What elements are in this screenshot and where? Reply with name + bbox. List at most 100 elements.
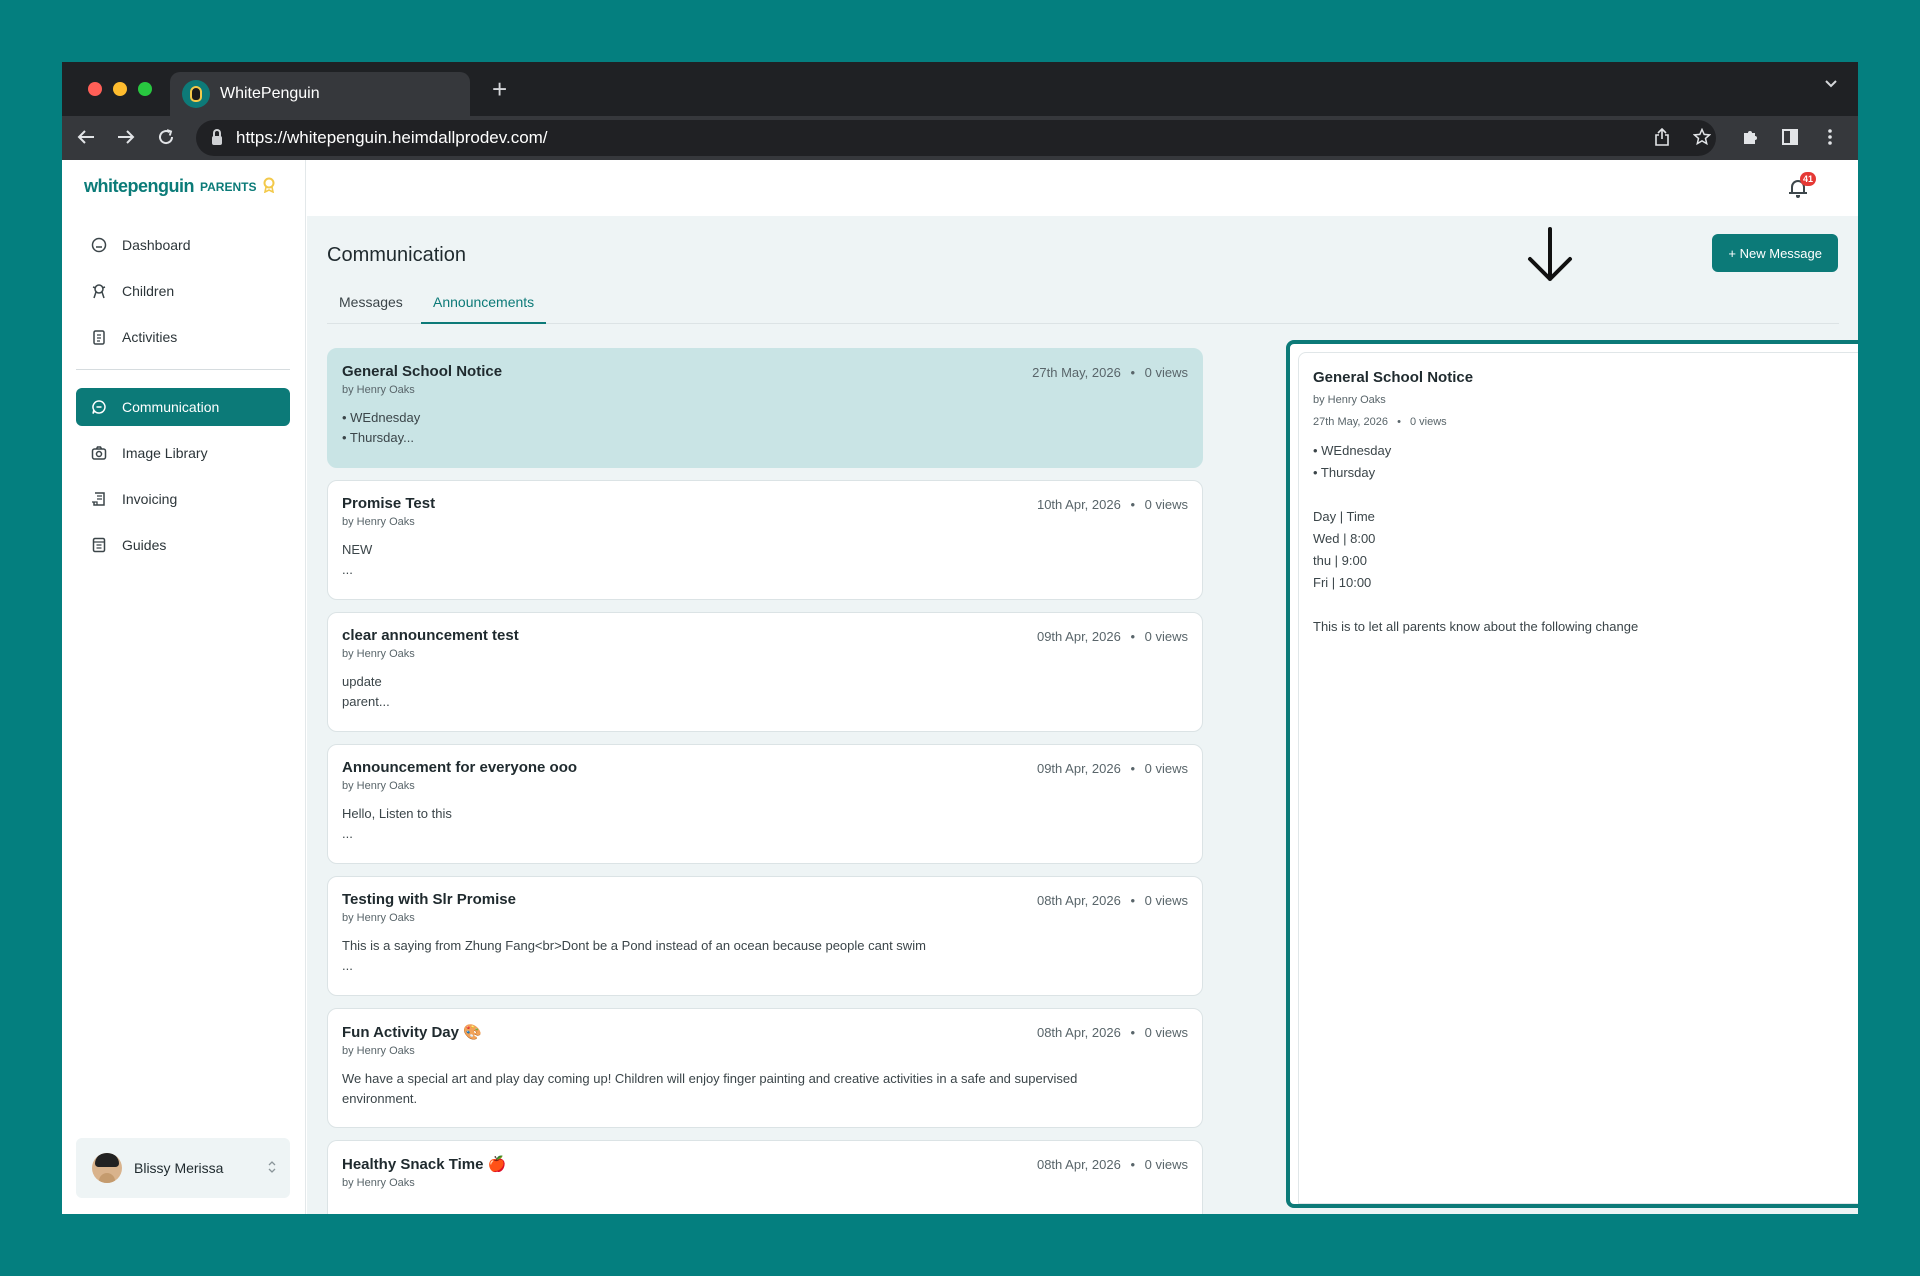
close-window-button[interactable] (88, 82, 102, 96)
announcement-card[interactable]: Announcement for everyone ooo by Henry O… (327, 744, 1203, 864)
brand-suffix: PARENTS (200, 179, 257, 194)
announcement-meta: 27th May, 2026 • 0 views (1032, 365, 1188, 380)
announcement-date: 09th Apr, 2026 (1036, 629, 1121, 644)
announcement-card[interactable]: Testing with Slr Promise by Henry Oaks 0… (327, 876, 1203, 996)
lock-icon (212, 128, 222, 145)
announcement-preview: Hello, Listen to this ... (342, 804, 1188, 844)
browser-window: WhitePenguin + https://whitepenguin.heim… (62, 62, 1858, 1214)
preview-line: • WEdnesday (342, 410, 421, 425)
award-badge-icon (262, 177, 276, 196)
detail-line: • WEdnesday (1313, 443, 1392, 458)
meta-separator: • (1397, 416, 1401, 428)
detail-line: Day | Time (1313, 509, 1375, 524)
announcement-author: by Henry Oaks (342, 516, 415, 528)
extensions-puzzle-icon[interactable] (1736, 123, 1764, 151)
announcement-card[interactable]: Fun Activity Day 🎨 by Henry Oaks 08th Ap… (327, 1008, 1203, 1128)
address-bar[interactable]: https://whitepenguin.heimdallprodev.com/ (196, 120, 1716, 156)
meta-separator: • (1130, 1157, 1136, 1172)
detail-title: General School Notice (1313, 369, 1474, 386)
announcement-date: 10th Apr, 2026 (1036, 497, 1121, 512)
announcement-preview: This is a saying from Zhung Fang<br>Dont… (342, 936, 1188, 976)
brand-logo[interactable]: whitepenguin PARENTS (84, 176, 276, 197)
detail-body: • WEdnesday • Thursday Day | Time Wed | … (1313, 440, 1858, 638)
activities-icon (90, 328, 108, 346)
detail-date: 27th May, 2026 (1313, 416, 1389, 428)
announcement-card[interactable]: General School Notice by Henry Oaks 27th… (327, 348, 1203, 468)
announcement-views: 0 views (1144, 497, 1188, 512)
sidebar-item-label: Dashboard (122, 237, 191, 253)
announcement-preview: We have a special art and play day comin… (342, 1069, 1188, 1109)
forward-arrow-icon[interactable] (112, 123, 140, 151)
app: whitepenguin PARENTS Dashboard Children (62, 160, 1858, 1214)
tab-announcements[interactable]: Announcements (421, 294, 547, 324)
preview-line: ... (342, 562, 353, 577)
top-bar: 41 (307, 160, 1858, 216)
meta-separator: • (1130, 761, 1136, 776)
page-title: Communication (327, 244, 466, 266)
announcement-author: by Henry Oaks (342, 912, 415, 924)
detail-line (1313, 594, 1858, 616)
main-content: 41 Communication + New Message Messages … (307, 160, 1858, 1214)
browser-tab[interactable]: WhitePenguin (170, 72, 470, 116)
sidebar-item-activities[interactable]: Activities (76, 318, 290, 356)
tab-title: WhitePenguin (220, 85, 320, 102)
sidebar-item-dashboard[interactable]: Dashboard (76, 226, 290, 264)
camera-icon (90, 444, 108, 462)
tab-search-chevron-icon[interactable] (1824, 76, 1838, 94)
preview-line: We have a special art and play day comin… (342, 1071, 1078, 1086)
announcement-date: 08th Apr, 2026 (1036, 893, 1121, 908)
brand-name: whitepenguin (84, 176, 195, 196)
sidebar-item-image-library[interactable]: Image Library (76, 434, 290, 472)
children-icon (90, 282, 108, 300)
preview-line: ... (342, 958, 353, 973)
sidebar-item-children[interactable]: Children (76, 272, 290, 310)
sidebar-item-communication[interactable]: Communication (76, 388, 290, 426)
new-message-button[interactable]: + New Message (1712, 234, 1838, 272)
notification-count-badge: 41 (1800, 172, 1816, 186)
dashboard-icon (90, 236, 108, 254)
detail-line: Wed | 8:00 (1313, 531, 1376, 546)
sidebar-divider (76, 369, 290, 370)
share-icon[interactable] (1648, 123, 1676, 151)
sidebar-item-invoicing[interactable]: Invoicing (76, 480, 290, 518)
announcement-detail-panel: General School Notice by Henry Oaks 27th… (1298, 352, 1858, 1204)
tab-messages[interactable]: Messages (327, 294, 415, 324)
meta-separator: • (1130, 893, 1136, 908)
sidebar-item-label: Invoicing (122, 491, 178, 507)
side-panel-icon[interactable] (1776, 123, 1804, 151)
sidebar-item-label: Activities (122, 329, 178, 345)
announcement-date: 08th Apr, 2026 (1036, 1157, 1121, 1172)
announcement-card[interactable]: Healthy Snack Time 🍎 by Henry Oaks 08th … (327, 1140, 1203, 1214)
maximize-window-button[interactable] (138, 82, 152, 96)
announcement-views: 0 views (1144, 893, 1188, 908)
announcement-meta: 08th Apr, 2026 • 0 views (1037, 1025, 1188, 1040)
announcement-author: by Henry Oaks (342, 1177, 415, 1189)
minimize-window-button[interactable] (113, 82, 127, 96)
announcement-meta: 09th Apr, 2026 • 0 views (1037, 761, 1188, 776)
back-arrow-icon[interactable] (72, 123, 100, 151)
penguin-favicon-icon (182, 80, 210, 108)
reload-icon[interactable] (152, 123, 180, 151)
preview-line: • Thursday... (342, 430, 414, 445)
notifications-button[interactable]: 41 (1786, 172, 1816, 200)
browser-menu-icon[interactable] (1816, 123, 1844, 151)
bookmark-star-icon[interactable] (1688, 123, 1716, 151)
sidebar-item-label: Image Library (122, 445, 208, 461)
announcement-views: 0 views (1144, 1157, 1188, 1172)
new-tab-button[interactable]: + (492, 74, 507, 105)
announcement-author: by Henry Oaks (342, 780, 415, 792)
detail-line: This is to let all parents know about th… (1313, 619, 1639, 634)
preview-line: Hello, Listen to this (342, 806, 452, 821)
preview-line: environment. (342, 1091, 418, 1106)
announcement-card[interactable]: Promise Test by Henry Oaks 10th Apr, 202… (327, 480, 1203, 600)
detail-line: thu | 9:00 (1313, 553, 1367, 568)
user-account-switcher[interactable]: Blissy Merissa (76, 1138, 290, 1198)
preview-line: ... (342, 826, 353, 841)
announcement-date: 09th Apr, 2026 (1036, 761, 1121, 776)
url-text: https://whitepenguin.heimdallprodev.com/ (236, 128, 548, 147)
highlighted-detail-frame: General School Notice by Henry Oaks 27th… (1286, 340, 1858, 1208)
announcement-meta: 08th Apr, 2026 • 0 views (1037, 893, 1188, 908)
sidebar-item-guides[interactable]: Guides (76, 526, 290, 564)
announcement-card[interactable]: clear announcement test by Henry Oaks 09… (327, 612, 1203, 732)
announcement-author: by Henry Oaks (342, 648, 415, 660)
